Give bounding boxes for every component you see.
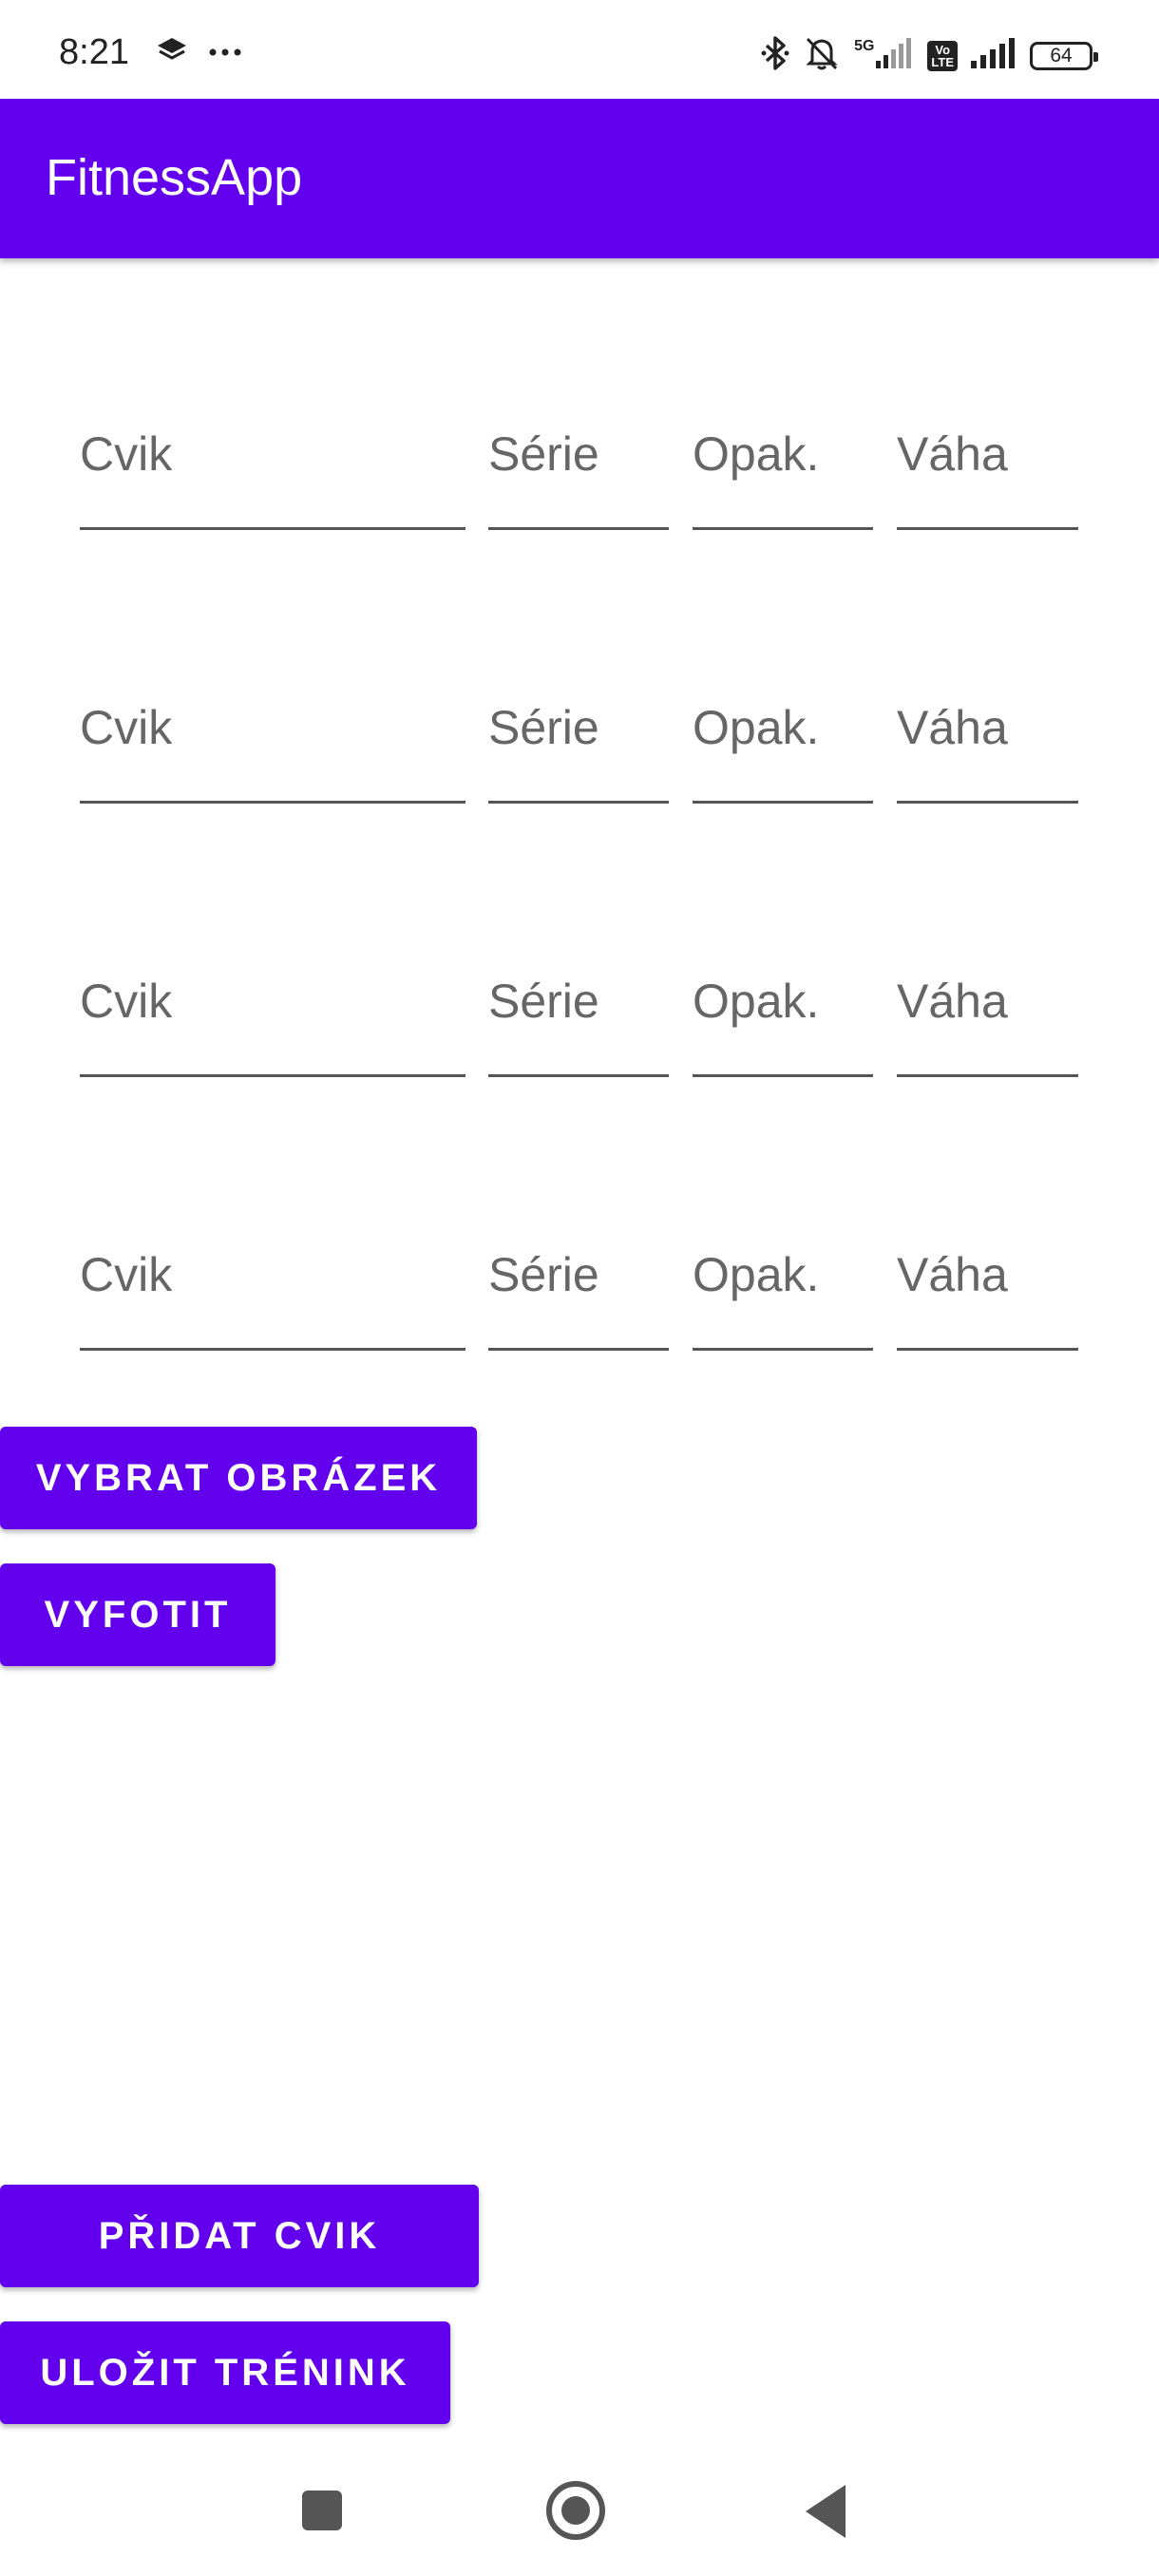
reps-input[interactable] xyxy=(693,426,873,482)
sets-field[interactable] xyxy=(488,935,669,1077)
add-exercise-button[interactable]: PŘIDAT CVIK xyxy=(0,2185,479,2287)
reps-field[interactable] xyxy=(693,1208,873,1351)
weight-field[interactable] xyxy=(897,1208,1078,1351)
sets-input[interactable] xyxy=(488,426,669,482)
status-bar: 8:21 5G Vo LTE 64 xyxy=(0,0,1159,99)
battery-icon: 64 xyxy=(1030,41,1098,70)
exercise-name-input[interactable] xyxy=(80,426,466,482)
reps-input[interactable] xyxy=(693,974,873,1029)
exercise-name-field[interactable] xyxy=(80,935,466,1077)
battery-level: 64 xyxy=(1050,44,1073,66)
take-photo-button[interactable]: VYFOTIT xyxy=(0,1563,276,1666)
status-time: 8:21 xyxy=(59,32,129,72)
signal-icon xyxy=(971,38,1016,73)
layers-icon xyxy=(156,36,188,69)
signal-icon xyxy=(876,38,914,73)
weight-input[interactable] xyxy=(897,426,1078,482)
exercise-name-field[interactable] xyxy=(80,388,466,530)
volte-icon: Vo LTE xyxy=(927,40,958,71)
sets-input[interactable] xyxy=(488,974,669,1029)
save-training-button[interactable]: ULOŽIT TRÉNINK xyxy=(0,2321,450,2424)
back-icon[interactable] xyxy=(806,2485,846,2538)
exercise-row xyxy=(0,935,1159,1096)
exercise-row xyxy=(0,388,1159,549)
reps-field[interactable] xyxy=(693,388,873,530)
bluetooth-icon xyxy=(761,34,789,77)
exercise-row xyxy=(0,1208,1159,1370)
sets-field[interactable] xyxy=(488,388,669,530)
sets-field[interactable] xyxy=(488,1208,669,1351)
recent-apps-icon[interactable] xyxy=(302,2491,342,2530)
exercise-name-field[interactable] xyxy=(80,661,466,804)
weight-field[interactable] xyxy=(897,661,1078,804)
exercise-name-input[interactable] xyxy=(80,1247,466,1302)
more-dots-icon xyxy=(209,45,241,62)
weight-field[interactable] xyxy=(897,935,1078,1077)
reps-input[interactable] xyxy=(693,1247,873,1302)
sets-field[interactable] xyxy=(488,661,669,804)
sets-input[interactable] xyxy=(488,1247,669,1302)
sets-input[interactable] xyxy=(488,700,669,755)
exercise-name-field[interactable] xyxy=(80,1208,466,1351)
app-bar: FitnessApp xyxy=(0,99,1159,258)
exercise-row xyxy=(0,661,1159,823)
network-type-label: 5G xyxy=(854,38,875,54)
bell-muted-icon xyxy=(803,34,841,77)
system-nav-bar xyxy=(0,2432,1159,2576)
weight-field[interactable] xyxy=(897,388,1078,530)
app-title: FitnessApp xyxy=(46,149,303,206)
reps-input[interactable] xyxy=(693,700,873,755)
exercise-name-input[interactable] xyxy=(80,974,466,1029)
weight-input[interactable] xyxy=(897,974,1078,1029)
weight-input[interactable] xyxy=(897,1247,1078,1302)
choose-image-button[interactable]: VYBRAT OBRÁZEK xyxy=(0,1427,477,1529)
reps-field[interactable] xyxy=(693,935,873,1077)
weight-input[interactable] xyxy=(897,700,1078,755)
home-icon[interactable] xyxy=(546,2481,605,2540)
reps-field[interactable] xyxy=(693,661,873,804)
exercise-name-input[interactable] xyxy=(80,700,466,755)
